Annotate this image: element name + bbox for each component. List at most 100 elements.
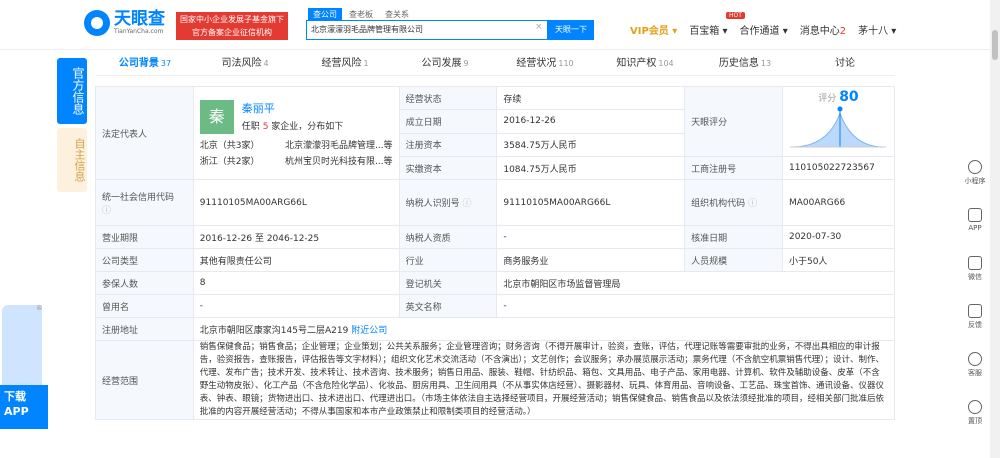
tab-label: 公司背景 (118, 58, 159, 69)
rating-header: 评分 80 (787, 89, 890, 105)
legal-rep-name[interactable]: 秦丽平 (242, 100, 344, 116)
top-nav: VIP会员 ▾ 百宝箱 ▾ 合作通道 ▾ 消息中心2 茅十八 ▾ (630, 22, 896, 37)
company-section-tabs: 公司背景 37 司法风险 4 经营风险 1 公司发展 9 经营状况 110 知识产权 104… (95, 52, 895, 76)
help-icon[interactable]: ⓘ (748, 199, 757, 209)
rating-distribution-chart (790, 106, 887, 148)
vip-link[interactable]: VIP会员 ▾ (630, 22, 677, 37)
tab-background[interactable]: 公司背景 37 (95, 52, 195, 75)
sidebar-label: 客服 (968, 369, 982, 377)
tab-count: 1 (363, 59, 369, 68)
promo-line-2: 官方备案企业征信机构 (192, 28, 272, 37)
chat-icon (968, 304, 982, 318)
tab-legal-risk[interactable]: 司法风险 4 (195, 52, 295, 75)
qrcode-icon (968, 256, 982, 270)
clear-search-icon[interactable]: × (535, 22, 543, 32)
baixiang-label: 百宝箱 (689, 26, 720, 37)
company-type-label: 公司类型 (95, 248, 194, 272)
sidebar-item-wechat[interactable]: 微信 (960, 256, 990, 304)
message-label: 消息中心 (799, 26, 840, 37)
download-app-promo[interactable]: 下载 APP (0, 305, 48, 430)
staff-size-value: 小于50人 (781, 248, 896, 272)
download-line-1: 下载 (4, 390, 26, 403)
logo-domain: TianYanCha.com (114, 28, 164, 35)
rating-cell[interactable]: 评分 80 (781, 86, 896, 157)
eye-logo-icon (84, 10, 110, 36)
spokesperson-image (2, 305, 42, 390)
taxid-label: 纳税人识别号 ⓘ (398, 179, 498, 226)
sidebar-item-top[interactable]: 置顶 (960, 400, 990, 448)
download-app-button[interactable]: 下载 APP (0, 385, 48, 429)
legal-rep-cell: 秦 秦丽平 任职 5 家企业，分布如下 北京（共3家） 北京濛濛羽毛品牌管理...… (192, 86, 400, 180)
insured-value: 8 (192, 271, 400, 295)
sidebar-item-feedback[interactable]: 反馈 (960, 304, 990, 352)
help-icon[interactable]: ⓘ (102, 203, 187, 216)
tab-label: 公司发展 (421, 58, 462, 69)
message-center-link[interactable]: 消息中心2 (800, 22, 846, 37)
tab-count: 13 (760, 59, 772, 68)
rocket-icon (968, 400, 982, 414)
search-input[interactable]: 北京濛濛羽毛品牌管理有限公司 (306, 20, 548, 40)
tab-count: 37 (160, 59, 172, 68)
nearby-companies-link[interactable]: 附近公司 (351, 326, 387, 336)
tab-self-info[interactable]: 自主信息 (57, 128, 87, 192)
rating-score: 80 (839, 89, 859, 105)
capital-value: 3584.75万人民币 (496, 132, 686, 158)
sidebar-item-app[interactable]: APP (960, 208, 990, 256)
capital-label: 注册资本 (398, 132, 498, 158)
tab-count: 104 (658, 59, 674, 68)
tab-count: 4 (263, 59, 269, 68)
rating-prefix: 评分 (818, 94, 837, 104)
legal-rep-label: 法定代表人 (95, 86, 194, 180)
tab-history[interactable]: 历史信息 13 (695, 52, 795, 75)
top-header: 天眼查 TianYanCha.com 国家中小企业发展子基金旗下 官方备案企业征… (0, 0, 1000, 50)
help-icon[interactable]: ⓘ (462, 199, 471, 209)
tax-qual-value: - (496, 225, 686, 249)
reg-authority-value: 北京市朝阳区市场监督管理局 (496, 271, 895, 295)
biz-reg-value: 110105022723567 (781, 156, 896, 180)
tab-ip[interactable]: 知识产权 104 (595, 52, 695, 75)
tab-label: 历史信息 (718, 58, 759, 69)
company: 北京濛濛羽毛品牌管理...等 (284, 140, 393, 151)
tab-business-risk[interactable]: 经营风险 1 (295, 52, 395, 75)
english-name-label: 英文名称 (398, 294, 498, 318)
user-name: 茅十八 (858, 26, 889, 37)
company-type-value: 其他有限责任公司 (192, 248, 400, 272)
distribution-row[interactable]: 浙江（共2家） 杭州宝贝时光科技有限...等 (200, 154, 393, 167)
found-date-label: 成立日期 (398, 109, 498, 134)
approve-date-value: 2020-07-30 (781, 225, 896, 249)
org-code-value: MA00ARG66 (781, 179, 896, 226)
tab-label: 经营状况 (516, 58, 557, 69)
tab-discussion[interactable]: 讨论 (795, 52, 895, 75)
distribution-row[interactable]: 北京（共3家） 北京濛濛羽毛品牌管理...等 (200, 138, 393, 151)
close-promo-icon[interactable]: ⊗ (36, 303, 43, 312)
baixiang-link[interactable]: 百宝箱 ▾ (689, 22, 727, 37)
sidebar-label: 微信 (968, 273, 982, 281)
tab-operations[interactable]: 经营状况 110 (495, 52, 595, 75)
org-code-label: 组织机构代码 ⓘ (684, 179, 783, 226)
partner-link[interactable]: 合作通道 ▾ (740, 22, 788, 37)
official-promo-banner[interactable]: 国家中小企业发展子基金旗下 官方备案企业征信机构 (176, 12, 288, 40)
term-label: 营业期限 (95, 225, 194, 249)
tianyancha-logo[interactable]: 天眼查 TianYanCha.com (84, 10, 165, 36)
tab-official-info[interactable]: 官方信息 (57, 58, 87, 124)
page-scrollbar[interactable] (990, 0, 1000, 458)
tax-qual-label: 纳税人资质 (398, 225, 498, 249)
download-line-2: APP (4, 405, 29, 418)
sidebar-item-service[interactable]: 客服 (960, 352, 990, 400)
tab-label: 司法风险 (221, 58, 262, 69)
found-date-value: 2016-12-26 (496, 109, 686, 134)
region: 浙江（共2家） (199, 156, 260, 167)
taxid-value: 91110105MA00ARG66L (496, 179, 686, 226)
legal-rep-summary: 任职 5 家企业，分布如下 (242, 119, 344, 132)
search-button[interactable]: 天眼一下 (548, 20, 594, 40)
user-menu[interactable]: 茅十八 ▾ (858, 22, 896, 37)
tab-development[interactable]: 公司发展 9 (395, 52, 495, 75)
company-info-table: 法定代表人 秦 秦丽平 任职 5 家企业，分布如下 北京（共3家） 北京濛濛羽毛品… (95, 85, 896, 420)
staff-size-label: 人员规模 (684, 248, 783, 272)
sidebar-label: APP (968, 224, 982, 232)
address-value: 北京市朝阳区康家沟145号二层A219 (199, 325, 349, 336)
partner-label: 合作通道 (739, 26, 780, 37)
scrollbar-thumb[interactable] (992, 30, 998, 60)
scope-value: 销售保健食品；销售食品；企业管理；企业策划；公共关系服务；企业管理咨询；财务咨询… (192, 340, 896, 420)
sidebar-item-miniprogram[interactable]: 小程序 (960, 160, 990, 208)
